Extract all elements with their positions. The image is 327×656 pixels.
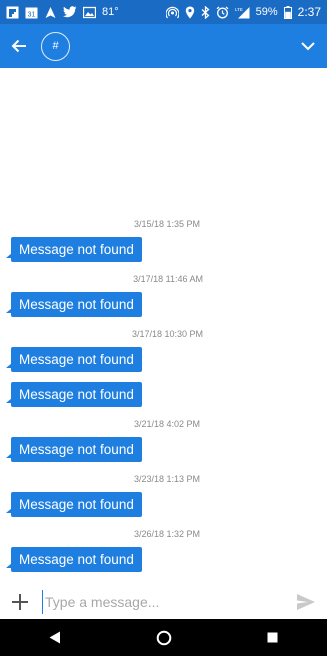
triangle-back-icon	[49, 631, 60, 644]
message-bubble[interactable]: Message not found	[6, 437, 142, 462]
status-bar: 31 81° LTE 59% 2:37	[0, 0, 327, 24]
message-timestamp: 3/15/18 1:35 PM	[133, 219, 200, 229]
message-bubble[interactable]: Message not found	[6, 347, 142, 372]
chevron-down-icon	[301, 41, 315, 50]
message-bubble[interactable]: Message not found	[6, 237, 142, 262]
conversation-app-bar: #	[0, 24, 327, 68]
message-timestamp: 3/26/18 1:32 PM	[133, 529, 200, 539]
back-button[interactable]	[10, 37, 28, 55]
flipboard-icon	[6, 5, 19, 19]
circle-home-icon	[156, 630, 171, 645]
status-bar-right: LTE 59% 2:37	[165, 5, 321, 19]
message-input[interactable]	[42, 590, 295, 614]
nav-recents-button[interactable]	[258, 623, 288, 653]
clock-time: 2:37	[297, 5, 321, 19]
message-bubble[interactable]: Message not found	[6, 547, 142, 572]
add-attachment-button[interactable]	[10, 592, 30, 612]
navigation-icon	[44, 5, 57, 19]
alarm-icon	[216, 5, 229, 19]
svg-text:31: 31	[28, 11, 36, 18]
calendar-icon: 31	[25, 5, 38, 19]
bluetooth-icon	[201, 5, 210, 19]
image-icon	[83, 5, 96, 19]
plus-icon	[12, 594, 28, 610]
temperature-text: 81°	[102, 6, 119, 18]
contact-avatar[interactable]: #	[41, 31, 70, 61]
system-navigation-bar	[0, 619, 327, 656]
message-timestamp: 3/17/18 11:46 AM	[133, 274, 203, 284]
expand-details-button[interactable]	[299, 37, 317, 55]
message-timestamp: 3/23/18 1:13 PM	[133, 474, 200, 484]
battery-percentage: 59%	[255, 6, 278, 18]
lte-signal-icon: LTE	[235, 5, 250, 19]
message-composer	[0, 585, 327, 619]
avatar-label: #	[52, 40, 59, 52]
nav-back-button[interactable]	[40, 623, 70, 653]
message-bubble[interactable]: Message not found	[6, 492, 142, 517]
battery-icon	[283, 5, 292, 19]
message-bubble[interactable]: Message not found	[6, 382, 142, 407]
square-recents-icon	[267, 632, 278, 643]
send-button[interactable]	[295, 591, 317, 613]
nav-home-button[interactable]	[149, 623, 179, 653]
status-bar-left: 31 81°	[6, 5, 119, 19]
message-bubble[interactable]: Message not found	[6, 292, 142, 317]
location-icon	[185, 5, 195, 19]
twitter-icon	[63, 5, 77, 19]
message-timestamp: 3/21/18 4:02 PM	[133, 419, 200, 429]
hotspot-icon	[165, 5, 179, 19]
svg-text:LTE: LTE	[235, 7, 243, 12]
message-list[interactable]: 3/15/18 1:35 PM Message not found 3/17/1…	[0, 68, 327, 580]
send-icon	[297, 594, 315, 610]
message-timestamp: 3/17/18 10:30 PM	[131, 329, 203, 339]
arrow-left-icon	[11, 39, 26, 53]
